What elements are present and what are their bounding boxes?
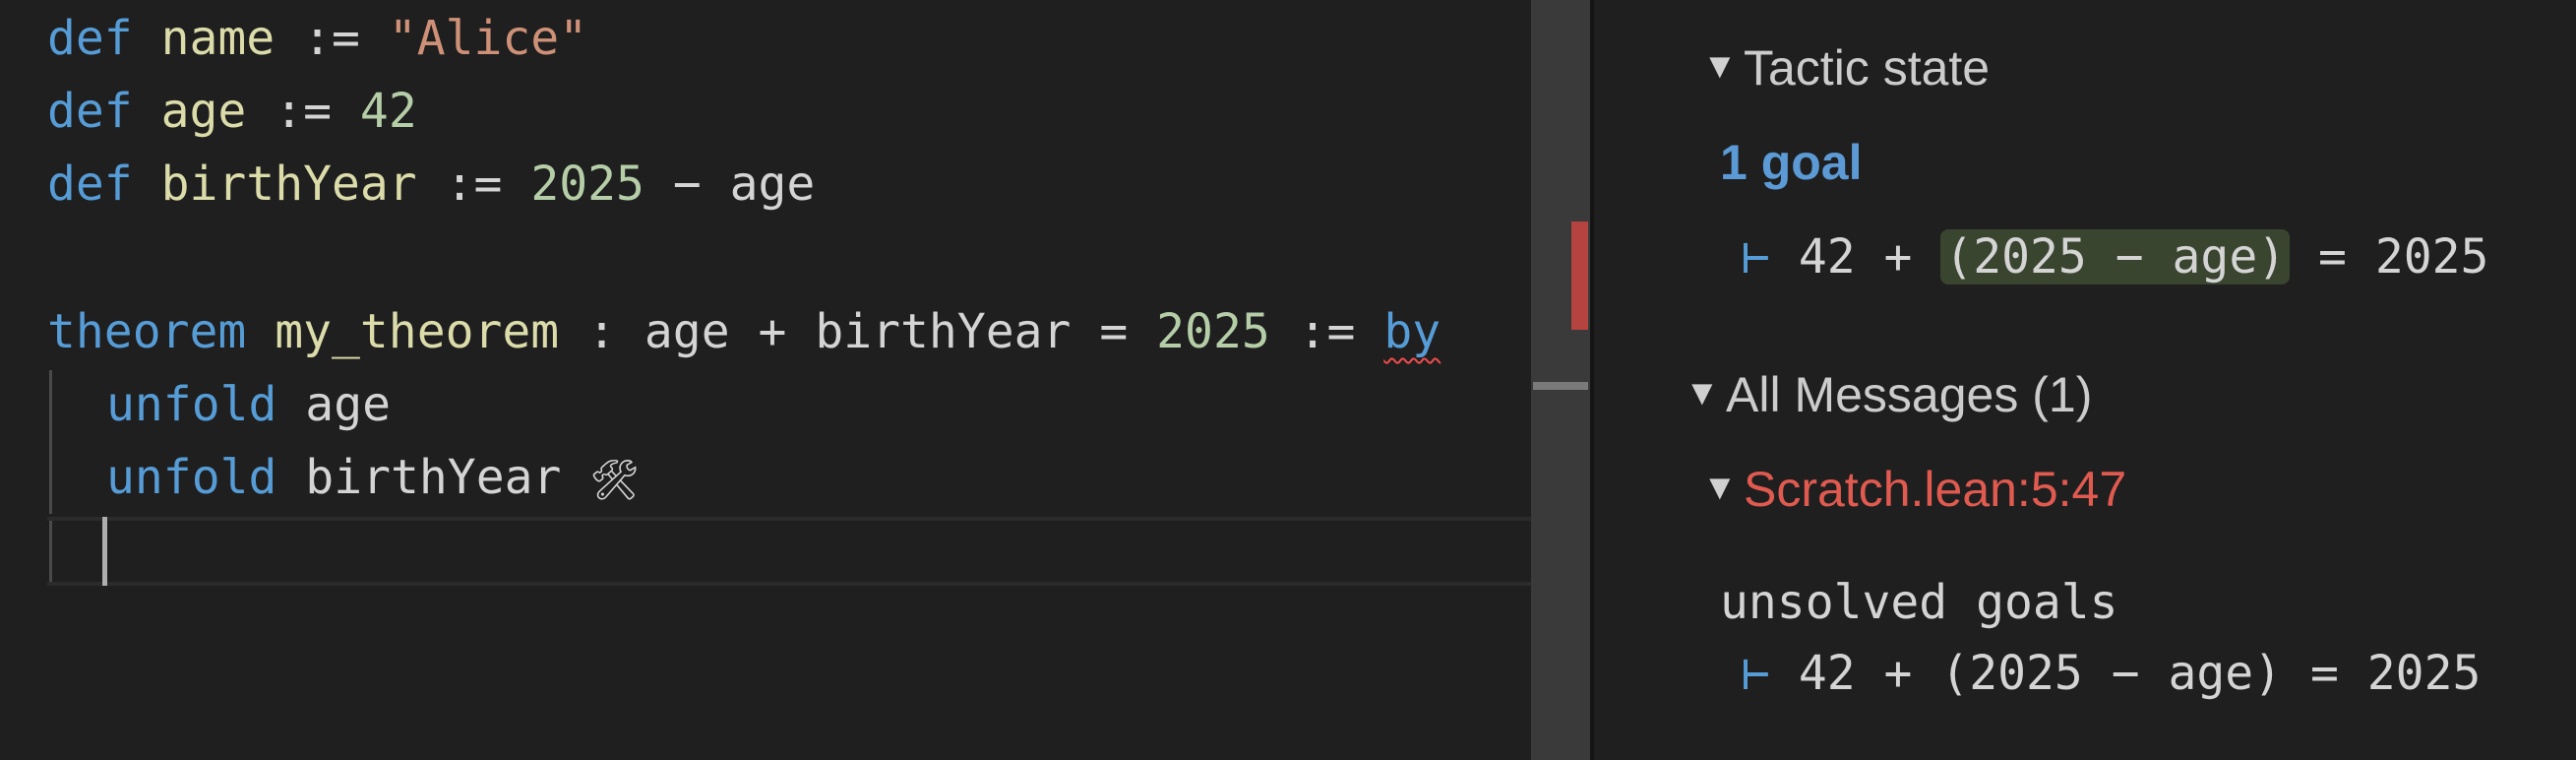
number-literal: 2025 (530, 157, 644, 212)
keyword: def (47, 84, 133, 139)
operator: : (587, 304, 616, 359)
code-line-5[interactable]: theorem my_theorem : age + birthYear = 2… (47, 295, 1441, 368)
number-literal: 2025 (1156, 304, 1270, 359)
goal-operator: = (2318, 229, 2347, 285)
goal-operator: + (1883, 229, 1913, 285)
message-goal-expr: 42 + (2025 − age) = 2025 (1798, 646, 2482, 701)
current-line-highlight (47, 517, 1531, 586)
turnstile-symbol: ⊢ (1742, 646, 1770, 701)
tools-icon[interactable]: 🛠 (589, 458, 640, 503)
identifier: age (729, 157, 816, 212)
code-line-6[interactable]: unfold age (106, 368, 391, 441)
operator: + (758, 304, 787, 359)
string-literal: "Alice" (388, 11, 588, 66)
collapse-toggle-icon[interactable]: ▼ (1702, 45, 1738, 87)
goal-count: 1 goal (1720, 135, 1863, 190)
code-editor[interactable]: def name := "Alice" def age := 42 def bi… (0, 0, 1531, 760)
operator: = (1099, 304, 1129, 359)
number-literal: 42 (359, 84, 417, 139)
collapse-toggle-icon[interactable]: ▼ (1685, 372, 1720, 413)
collapse-toggle-icon[interactable]: ▼ (1702, 467, 1738, 508)
keyword: def (47, 157, 133, 212)
identifier: birthYear (815, 304, 1072, 359)
identifier: name (160, 11, 276, 66)
goal-term[interactable]: 2025 (2375, 229, 2489, 285)
vscode-window: def name := "Alice" def age := 42 def bi… (0, 0, 2576, 760)
code-line-3[interactable]: def birthYear := 2025 − age (47, 148, 815, 221)
text-cursor (102, 517, 107, 586)
operator: − (672, 157, 702, 212)
scrollbar-error-marker (1571, 222, 1588, 330)
code-line-7[interactable]: unfold birthYear 🛠 (106, 441, 640, 514)
identifier: age (644, 304, 730, 359)
editor-scrollbar[interactable] (1531, 0, 1590, 760)
operator: := (1298, 304, 1356, 359)
identifier: age (160, 84, 247, 139)
identifier: my_theorem (275, 304, 560, 359)
error-squiggle-by[interactable]: by (1383, 304, 1441, 359)
tactic-state-heading[interactable]: Tactic state (1744, 39, 1990, 96)
message-goal: ⊢ 42 + (2025 − age) = 2025 (1742, 646, 2481, 701)
message-text: unsolved goals (1720, 575, 2118, 630)
identifier: birthYear (305, 450, 562, 505)
keyword: unfold (106, 450, 277, 505)
operator: := (303, 11, 360, 66)
goal-hypothesis[interactable]: ⊢ 42 + (2025 − age) = 2025 (1742, 229, 2488, 285)
operator: := (445, 157, 503, 212)
all-messages-heading[interactable]: All Messages (1) (1726, 366, 2092, 423)
code-line-1[interactable]: def name := "Alice" (47, 2, 587, 75)
indent-guide (49, 521, 52, 582)
lean-infoview: ▼ Tactic state 1 goal ⊢ 42 + (2025 − age… (1594, 0, 2576, 760)
code-line-2[interactable]: def age := 42 (47, 75, 417, 148)
keyword: def (47, 11, 133, 66)
identifier: age (305, 377, 391, 432)
goal-term[interactable]: 42 (1799, 229, 1856, 285)
identifier: birthYear (160, 157, 417, 212)
keyword: unfold (106, 377, 277, 432)
turnstile-symbol: ⊢ (1742, 229, 1770, 285)
operator: := (275, 84, 333, 139)
scrollbar-cursor-marker (1533, 382, 1588, 390)
keyword: theorem (47, 304, 247, 359)
message-location-link[interactable]: Scratch.lean:5:47 (1744, 461, 2126, 518)
goal-highlighted-term[interactable]: (2025 − age) (1940, 229, 2291, 285)
indent-guide (49, 370, 52, 514)
